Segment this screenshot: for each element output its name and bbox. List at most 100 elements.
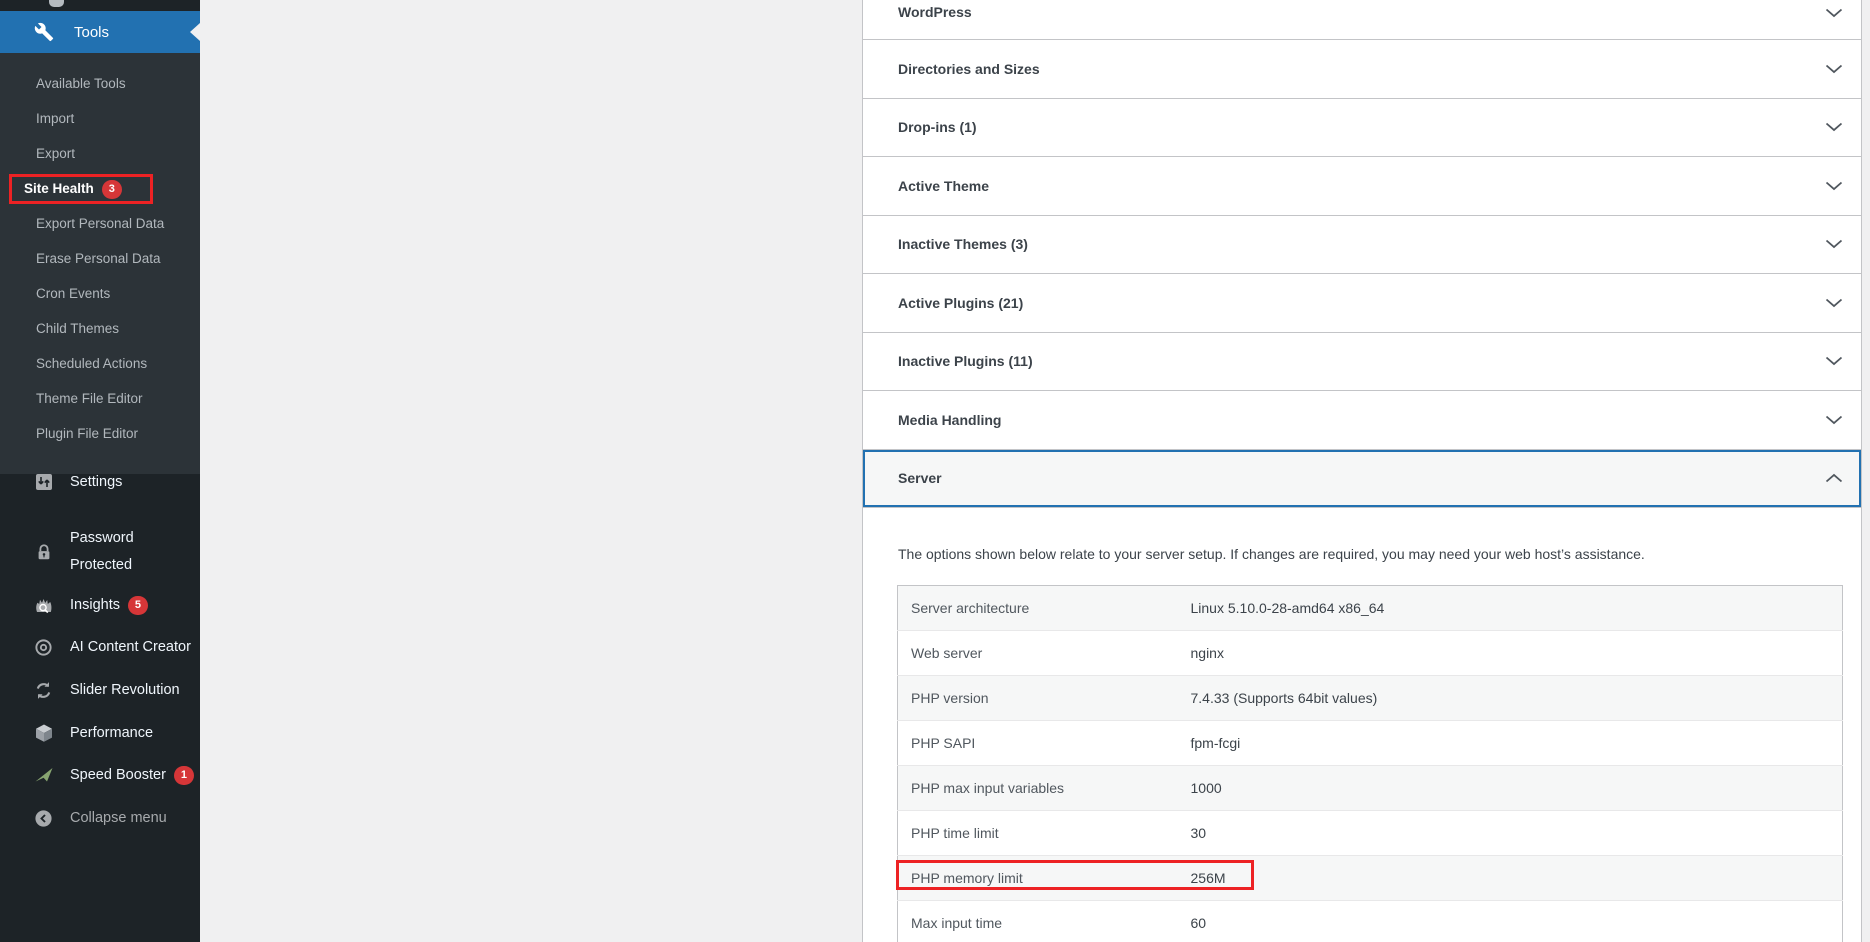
chevron-down-icon (1825, 415, 1843, 425)
circular-arrows-icon (33, 681, 54, 700)
cube-icon (33, 723, 54, 743)
wrench-icon (34, 22, 54, 42)
section-label: Inactive Themes (3) (898, 236, 1028, 252)
section-label: Drop-ins (1) (898, 119, 977, 135)
server-description: The options shown below relate to your s… (898, 546, 1645, 562)
row-value: fpm-fcgi (1178, 721, 1843, 766)
row-label: PHP time limit (898, 811, 1178, 856)
menu-label: Speed Booster (70, 767, 166, 783)
table-row: Max input time 60 (898, 901, 1843, 942)
section-label: Server (898, 470, 942, 486)
current-menu-arrow (190, 23, 200, 41)
table-row: PHP SAPI fpm-fcgi (898, 721, 1843, 766)
menu-label: AI Content Creator (70, 639, 191, 655)
row-label: PHP max input variables (898, 766, 1178, 811)
menu-label: Slider Revolution (70, 682, 180, 698)
row-value: 256M (1178, 856, 1843, 901)
insights-mascot-icon (33, 595, 54, 615)
section-label: Active Theme (898, 178, 989, 194)
chevron-down-icon (1825, 239, 1843, 249)
chevron-down-icon (1825, 122, 1843, 132)
sidebar-item-settings[interactable]: Settings (0, 461, 200, 503)
submenu-item-export-personal-data[interactable]: Export Personal Data (0, 206, 200, 241)
submenu-item-theme-file-editor[interactable]: Theme File Editor (0, 381, 200, 416)
submenu-item-plugin-file-editor[interactable]: Plugin File Editor (0, 416, 200, 451)
chevron-up-icon (1825, 473, 1843, 483)
submenu-item-site-health[interactable]: Site Health 3 (0, 171, 200, 206)
accordion-section-active-theme[interactable]: Active Theme (863, 157, 1861, 216)
table-row-php-memory-limit: PHP memory limit 256M (898, 856, 1843, 901)
row-value: 7.4.33 (Supports 64bit values) (1178, 676, 1843, 721)
accordion-section-inactive-plugins[interactable]: Inactive Plugins (11) (863, 333, 1861, 392)
admin-sidebar: Tools Available Tools Import Export Site… (0, 0, 200, 942)
collapse-menu-button[interactable]: Collapse menu (0, 797, 200, 839)
speed-booster-count-badge: 1 (174, 766, 194, 785)
row-label: Web server (898, 631, 1178, 676)
cropped-menu-icon (49, 0, 64, 7)
row-label: PHP memory limit (898, 856, 1178, 901)
menu-label: Insights (70, 597, 120, 613)
insights-count-badge: 5 (128, 596, 148, 615)
menu-label: Settings (70, 474, 122, 490)
menu-label: Password Protected (70, 525, 175, 579)
submenu-item-cron-events[interactable]: Cron Events (0, 276, 200, 311)
tools-label: Tools (74, 24, 109, 41)
lock-icon (33, 542, 54, 562)
menu-label: Performance (70, 725, 153, 741)
section-label: WordPress (898, 4, 972, 20)
site-health-info-panel: WordPress Directories and Sizes Drop-ins… (862, 0, 1862, 942)
table-row: PHP max input variables 1000 (898, 766, 1843, 811)
submenu-item-scheduled-actions[interactable]: Scheduled Actions (0, 346, 200, 381)
sidebar-item-tools[interactable]: Tools (0, 11, 200, 53)
submenu-item-available-tools[interactable]: Available Tools (0, 66, 200, 101)
section-label: Media Handling (898, 412, 1001, 428)
rocket-swoosh-icon (33, 765, 54, 785)
submenu-item-erase-personal-data[interactable]: Erase Personal Data (0, 241, 200, 276)
row-label: Server architecture (898, 586, 1178, 631)
table-row: PHP time limit 30 (898, 811, 1843, 856)
row-label: PHP version (898, 676, 1178, 721)
target-circles-icon (33, 638, 54, 657)
wordpress-admin-page: Tools Available Tools Import Export Site… (0, 0, 1870, 942)
accordion-section-server[interactable]: Server (863, 450, 1861, 509)
server-section-body: The options shown below relate to your s… (863, 508, 1861, 942)
sidebar-item-speed-booster[interactable]: Speed Booster 1 (0, 754, 200, 796)
row-value: 1000 (1178, 766, 1843, 811)
row-label: PHP SAPI (898, 721, 1178, 766)
accordion-section-drop-ins[interactable]: Drop-ins (1) (863, 99, 1861, 158)
sidebar-item-insights[interactable]: Insights 5 (0, 584, 200, 626)
accordion-section-media-handling[interactable]: Media Handling (863, 391, 1861, 450)
section-label: Active Plugins (21) (898, 295, 1023, 311)
row-value: 30 (1178, 811, 1843, 856)
section-label: Directories and Sizes (898, 61, 1040, 77)
menu-label: Collapse menu (70, 810, 167, 826)
site-health-count-badge: 3 (102, 180, 122, 199)
section-label: Inactive Plugins (11) (898, 353, 1033, 369)
sidebar-item-performance[interactable]: Performance (0, 712, 200, 754)
accordion-section-wordpress[interactable]: WordPress (863, 0, 1861, 40)
sidebar-item-ai-content-creator[interactable]: AI Content Creator (0, 626, 200, 668)
accordion-section-directories-and-sizes[interactable]: Directories and Sizes (863, 40, 1861, 99)
submenu-item-import[interactable]: Import (0, 101, 200, 136)
table-row: Web server nginx (898, 631, 1843, 676)
sidebar-item-password-protected[interactable]: Password Protected (0, 524, 200, 580)
chevron-down-icon (1825, 356, 1843, 366)
table-row: PHP version 7.4.33 (Supports 64bit value… (898, 676, 1843, 721)
submenu-item-export[interactable]: Export (0, 136, 200, 171)
chevron-down-icon (1825, 181, 1843, 191)
row-value: Linux 5.10.0-28-amd64 x86_64 (1178, 586, 1843, 631)
accordion-section-inactive-themes[interactable]: Inactive Themes (3) (863, 216, 1861, 275)
site-health-label: Site Health (24, 181, 94, 196)
settings-sliders-icon (33, 472, 54, 492)
submenu-item-child-themes[interactable]: Child Themes (0, 311, 200, 346)
row-label: Max input time (898, 901, 1178, 942)
row-value: nginx (1178, 631, 1843, 676)
accordion-section-active-plugins[interactable]: Active Plugins (21) (863, 274, 1861, 333)
collapse-arrow-icon (33, 809, 54, 828)
chevron-down-icon (1825, 64, 1843, 74)
row-value: 60 (1178, 901, 1843, 942)
tools-submenu: Available Tools Import Export Site Healt… (0, 53, 200, 474)
server-info-table: Server architecture Linux 5.10.0-28-amd6… (897, 585, 1843, 942)
table-row: Server architecture Linux 5.10.0-28-amd6… (898, 586, 1843, 631)
sidebar-item-slider-revolution[interactable]: Slider Revolution (0, 669, 200, 711)
